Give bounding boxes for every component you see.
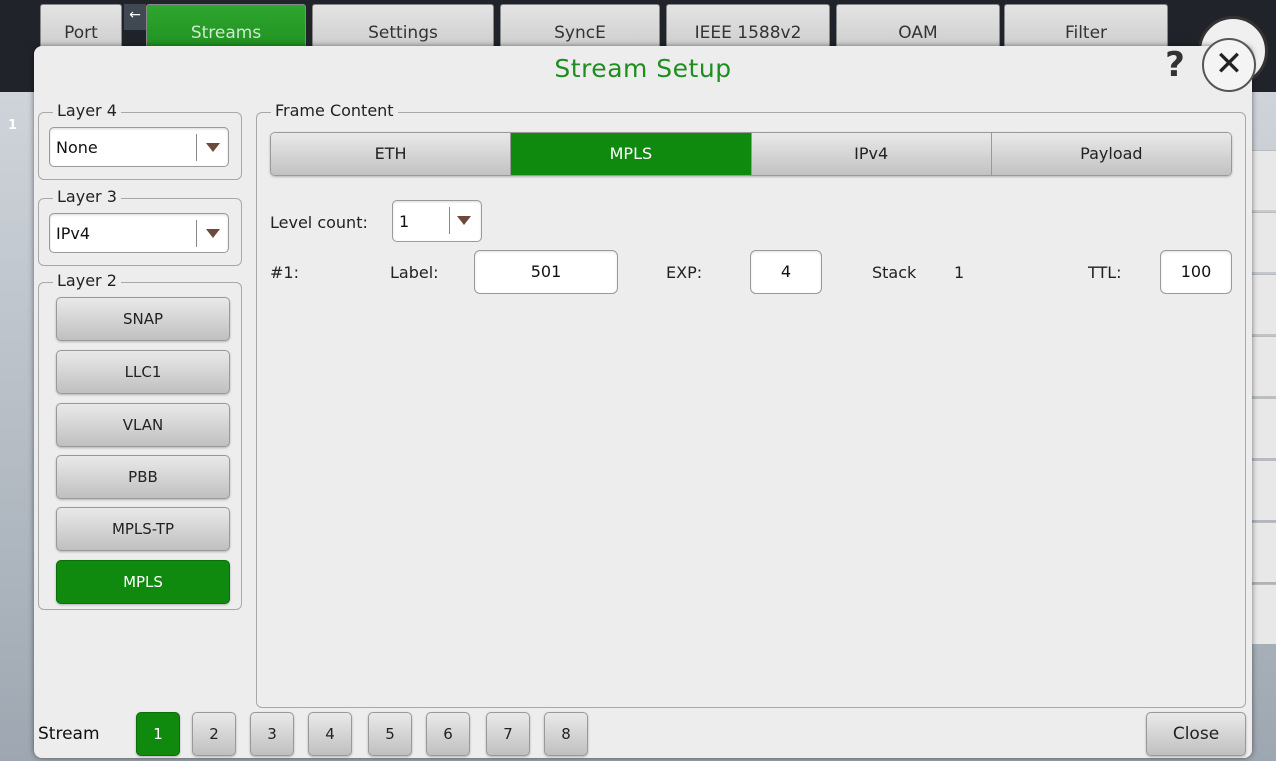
stream-7-button[interactable]: 7: [486, 712, 530, 756]
stream-5-button[interactable]: 5: [368, 712, 412, 756]
layer3-value: IPv4: [56, 224, 91, 243]
mpls-label-input[interactable]: 501: [474, 250, 618, 294]
dropdown-separator: [196, 134, 197, 161]
tab-ipv4[interactable]: IPv4: [751, 133, 992, 175]
stream-8-button[interactable]: 8: [544, 712, 588, 756]
ttl-input[interactable]: 100: [1160, 250, 1232, 294]
bg-tab-label: OAM: [898, 23, 938, 43]
stack-value: 1: [954, 263, 965, 282]
bg-tab-label: Streams: [190, 23, 262, 43]
layer3-select[interactable]: IPv4: [49, 213, 229, 253]
layer4-select[interactable]: None: [49, 127, 229, 167]
stream-label: Stream: [38, 724, 100, 744]
chevron-down-icon: [457, 216, 471, 225]
tab-eth[interactable]: ETH: [271, 133, 512, 175]
stack-label: Stack: [872, 263, 917, 282]
layer2-vlan-button[interactable]: VLAN: [56, 403, 230, 447]
layer3-title: Layer 3: [53, 187, 121, 206]
dropdown-separator: [449, 207, 450, 234]
chevron-down-icon: [206, 229, 220, 238]
exp-input[interactable]: 4: [750, 250, 822, 294]
bg-tab-label: Settings: [368, 23, 438, 43]
level-count-value: 1: [399, 212, 410, 231]
dialog-title: Stream Setup: [554, 54, 732, 83]
layer3-group: Layer 3 IPv4: [38, 187, 242, 266]
close-icon[interactable]: ✕: [1202, 38, 1256, 92]
mpls-label-label: Label:: [390, 263, 439, 282]
back-arrow-icon: ←: [124, 4, 146, 30]
layer4-group: Layer 4 None: [38, 101, 242, 180]
tab-payload[interactable]: Payload: [991, 133, 1231, 175]
ttl-label: TTL:: [1088, 263, 1122, 282]
stream-6-button[interactable]: 6: [426, 712, 470, 756]
layer2-mpls-tp-button[interactable]: MPLS-TP: [56, 507, 230, 551]
frame-content-tabs: ETH MPLS IPv4 Payload: [270, 132, 1232, 176]
layer4-value: None: [56, 138, 98, 157]
stream-4-button[interactable]: 4: [308, 712, 352, 756]
layer2-mpls-button[interactable]: MPLS: [56, 560, 230, 604]
layer2-llc1-button[interactable]: LLC1: [56, 350, 230, 394]
help-icon[interactable]: ?: [1150, 40, 1200, 90]
stream-setup-dialog: Stream Setup ? ✕ Layer 4 None Layer 3 IP…: [34, 38, 1256, 758]
level-count-label: Level count:: [270, 213, 368, 232]
stream-3-button[interactable]: 3: [250, 712, 294, 756]
layer2-group: Layer 2 SNAP LLC1 VLAN PBB MPLS-TP MPLS: [38, 271, 242, 610]
bg-row-number: 1: [8, 118, 18, 133]
bg-tab-label: SyncE: [554, 23, 606, 43]
frame-content-title: Frame Content: [271, 101, 398, 120]
bg-tab-label: IEEE 1588v2: [694, 23, 802, 43]
tab-mpls[interactable]: MPLS: [511, 133, 752, 175]
bg-tab-label: Port: [64, 23, 98, 43]
layer2-pbb-button[interactable]: PBB: [56, 455, 230, 499]
chevron-down-icon: [206, 143, 220, 152]
layer4-title: Layer 4: [53, 101, 121, 120]
level1-index: #1:: [270, 263, 299, 282]
stream-1-button[interactable]: 1: [136, 712, 180, 756]
layer2-title: Layer 2: [53, 271, 121, 290]
layer2-snap-button[interactable]: SNAP: [56, 297, 230, 341]
level-count-select[interactable]: 1: [392, 200, 482, 242]
bg-tab-label: Filter: [1064, 23, 1108, 43]
dropdown-separator: [196, 220, 197, 247]
close-button[interactable]: Close: [1146, 712, 1246, 756]
exp-label: EXP:: [666, 263, 703, 282]
stream-2-button[interactable]: 2: [192, 712, 236, 756]
